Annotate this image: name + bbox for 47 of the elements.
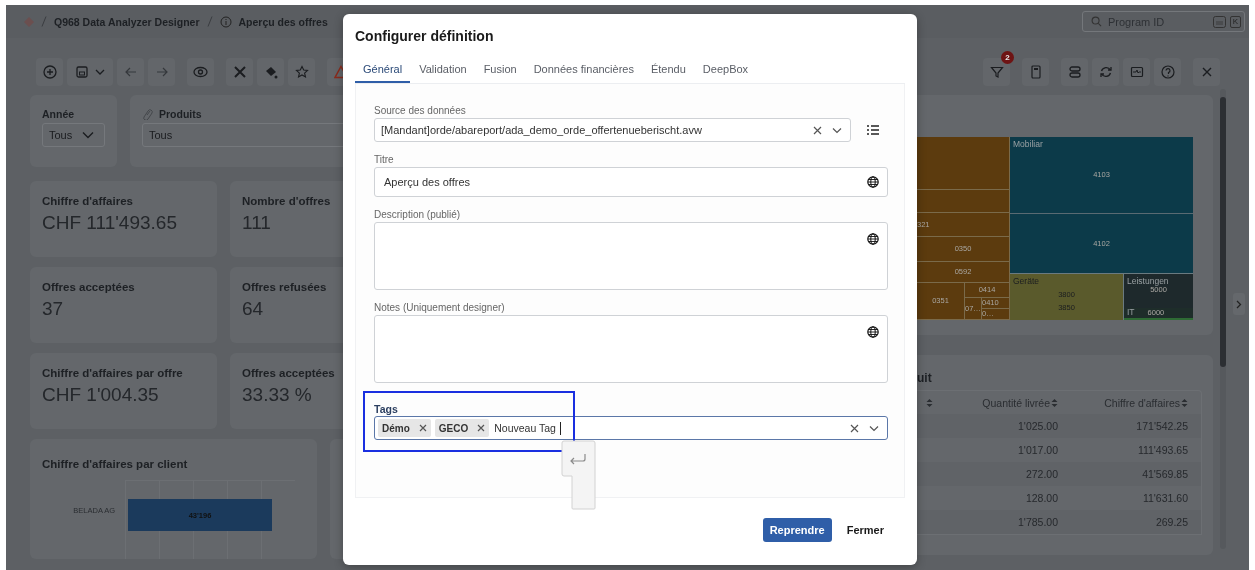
table-cell: 128.00 — [1025, 492, 1058, 504]
kpi-label: Chiffre d'affaires — [42, 195, 134, 207]
field-label: Source des données — [374, 104, 466, 118]
kpi-label: Offres acceptées — [242, 367, 336, 379]
tab[interactable]: Validation — [411, 57, 475, 83]
tab[interactable]: DeepBox — [694, 57, 757, 83]
kpi-value: CHF 111'493.65 — [42, 212, 178, 234]
treemap-group-label: Mobiliar — [1012, 138, 1044, 150]
tab[interactable]: Fusion — [475, 57, 525, 83]
tag-chip[interactable]: Démo — [378, 419, 431, 437]
filter-label: Année — [42, 108, 76, 120]
tab[interactable]: Données financières — [525, 57, 642, 83]
kpi-label: Offres refusées — [242, 281, 328, 293]
table-cell: 11'631.60 — [1142, 492, 1188, 504]
close-dialog-button[interactable]: Fermer — [839, 518, 891, 542]
table-cell: 41'569.85 — [1142, 468, 1188, 480]
dialog-title: Configurer définition — [355, 28, 495, 44]
chart-title: Chiffre d'affaires par client — [42, 458, 188, 470]
filter-label: Produits — [159, 108, 202, 120]
table-cell: 171'542.25 — [1136, 420, 1188, 432]
kpi-value: 111 — [242, 212, 272, 234]
kpi-label: Chiffre d'affaires par offre — [42, 367, 184, 379]
kpi-value: 64 — [242, 298, 265, 320]
table-cell: 272.00 — [1025, 468, 1058, 480]
treemap-group-label: Leistungen — [1126, 275, 1170, 287]
table-title: uit — [917, 371, 933, 385]
field-label: Notes (Uniquement designer) — [374, 301, 505, 315]
title-input[interactable]: Aperçu des offres — [374, 167, 888, 197]
data-source-select[interactable]: [Mandant]orde/abareport/ada_demo_orde_offertenueberischt.avw — [374, 118, 851, 142]
field-label: Description (publié) — [374, 208, 461, 222]
treemap-group-label: IT — [1126, 307, 1136, 317]
filter-count-badge: 2 — [1001, 51, 1014, 64]
field-label: Tags — [374, 402, 398, 416]
table-cell: 1'017.00 — [1018, 444, 1058, 456]
table-cell: 269.25 — [1155, 516, 1188, 528]
kpi-value: CHF 1'004.35 — [42, 384, 160, 406]
kpi-value: 33.33 % — [242, 384, 313, 406]
tag-chip[interactable]: GECO — [434, 419, 490, 437]
table-cell: 1'785.00 — [1018, 516, 1058, 528]
table-cell: 111'493.65 — [1137, 444, 1188, 456]
kpi-value: 37 — [42, 298, 65, 320]
tags-input[interactable]: Démo GECO Nouveau Tag — [374, 416, 888, 440]
kpi-label: Offres acceptées — [42, 281, 136, 293]
apply-button[interactable]: Reprendre — [762, 518, 832, 542]
kpi-label: Nombre d'offres — [242, 195, 332, 207]
tab[interactable]: Étendu — [642, 57, 694, 83]
field-label: Titre — [374, 153, 394, 167]
